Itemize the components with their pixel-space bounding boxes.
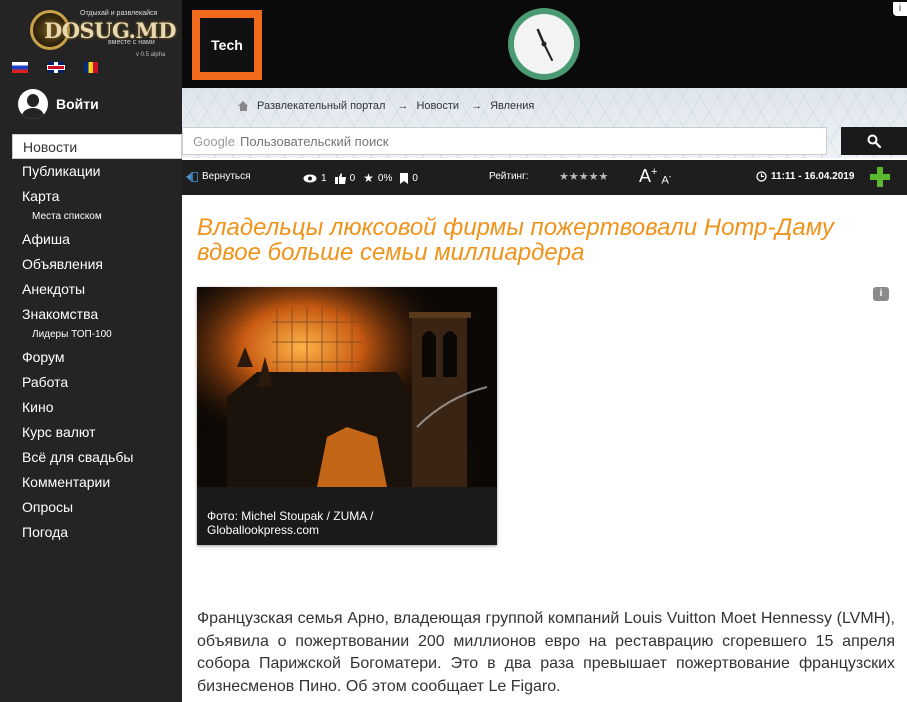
nav-item-dating[interactable]: Знакомства [22,306,98,322]
back-button[interactable]: Вернуться [186,171,251,182]
home-icon[interactable] [238,101,249,111]
nav-item-label: Новости [23,139,78,155]
info-icon[interactable]: i [873,287,889,301]
flag-ro-icon[interactable] [84,62,98,73]
datetime-text: 11:11 - 16.04.2019 [771,171,855,182]
back-icon [186,171,198,182]
article-toolbar: Вернуться 1 0 ★ 0% 0 Рейтинг: ★★★★★ A+ A… [182,160,907,195]
flag-ru-icon[interactable] [12,62,28,73]
arrow-right-icon: → [397,100,409,112]
user-icon [18,89,48,119]
arrow-right-icon: → [471,100,483,112]
search-brand: Google [193,134,235,149]
sidebar: Отдыхай и развлекайся DOSUG.MD вместе с … [0,0,182,702]
photo-caption: Фото: Michel Stoupak / ZUMA / Globallook… [207,509,374,537]
nav-item-ads[interactable]: Объявления [22,256,103,272]
search-box: Google [182,127,827,155]
nav-item-jokes[interactable]: Анекдоты [22,281,85,297]
logo-subtitle: вместе с нами [108,39,155,46]
nav-subitem-top100[interactable]: Лидеры ТОП-100 [32,329,112,340]
site-logo[interactable]: Отдыхай и развлекайся DOSUG.MD вместе с … [30,4,176,58]
nav-item-currency[interactable]: Курс валют [22,424,96,440]
nav-item-wedding[interactable]: Всё для свадьбы [22,449,133,465]
rating-stars[interactable]: ★★★★★ [559,170,608,183]
font-size-controls: A+ A- [639,166,671,187]
breadcrumb-item-phenomena[interactable]: Явления [490,100,534,112]
breadcrumb-item-news[interactable]: Новости [416,100,459,112]
article-photo[interactable] [197,287,497,487]
nav-item-map[interactable]: Карта [22,188,59,204]
ad-info-button[interactable]: i [893,2,907,16]
likes-count: 0 [349,172,356,184]
breadcrumb: Развлекательный портал → Новости → Явлен… [238,100,534,112]
rating-percent: 0% [377,172,393,184]
search-input[interactable] [183,128,826,154]
star-icon: ★ [363,171,374,185]
bookmarks-count: 0 [412,172,418,184]
nav-item-jobs[interactable]: Работа [22,374,68,390]
nav-item-forum[interactable]: Форум [22,349,65,365]
nav-item-cinema[interactable]: Кино [22,399,54,415]
logo-tagline: Отдыхай и развлекайся [80,10,158,17]
nav-item-afisha[interactable]: Афиша [22,231,70,247]
plus-icon[interactable] [870,167,890,187]
nav-subitem-places-list[interactable]: Места списком [32,211,102,222]
clock-icon [508,8,580,80]
eye-icon [303,174,317,182]
nav-item-comments[interactable]: Комментарии [22,474,110,490]
version-label: v 0.5 alpha [136,52,166,58]
nav-item-news[interactable]: Новости [12,134,182,159]
search-button[interactable] [841,127,907,155]
back-label: Вернуться [202,171,251,182]
thumb-up-icon[interactable] [334,172,346,184]
nav-item-polls[interactable]: Опросы [22,499,73,515]
article-stats: 1 0 ★ 0% 0 [303,171,418,185]
font-increase-button[interactable]: A+ [639,166,657,187]
views-count: 1 [321,172,327,184]
clock-icon [756,171,767,182]
nav-item-publications[interactable]: Публикации [22,163,100,179]
tech-ad-logo[interactable]: Tech [192,10,262,80]
login-button[interactable]: Войти [18,88,99,120]
search-icon [867,134,881,148]
flag-uk-icon[interactable] [48,62,64,73]
rating-label: Рейтинг: [489,171,529,182]
tech-ad-label: Tech [200,18,254,72]
article-title: Владельцы люксовой фирмы пожертвовали Но… [197,214,834,266]
article-datetime: 11:11 - 16.04.2019 [756,171,854,182]
bookmark-icon[interactable] [400,172,409,184]
article-photo-card: Фото: Michel Stoupak / ZUMA / Globallook… [197,287,497,545]
breadcrumb-item-portal[interactable]: Развлекательный портал [257,100,385,112]
ad-banner[interactable]: Tech i [182,0,907,88]
login-label: Войти [56,96,99,112]
nav-item-weather[interactable]: Погода [22,524,68,540]
article-body: Французская семья Арно, владеющая группо… [197,610,895,695]
font-decrease-button[interactable]: A- [661,172,671,187]
